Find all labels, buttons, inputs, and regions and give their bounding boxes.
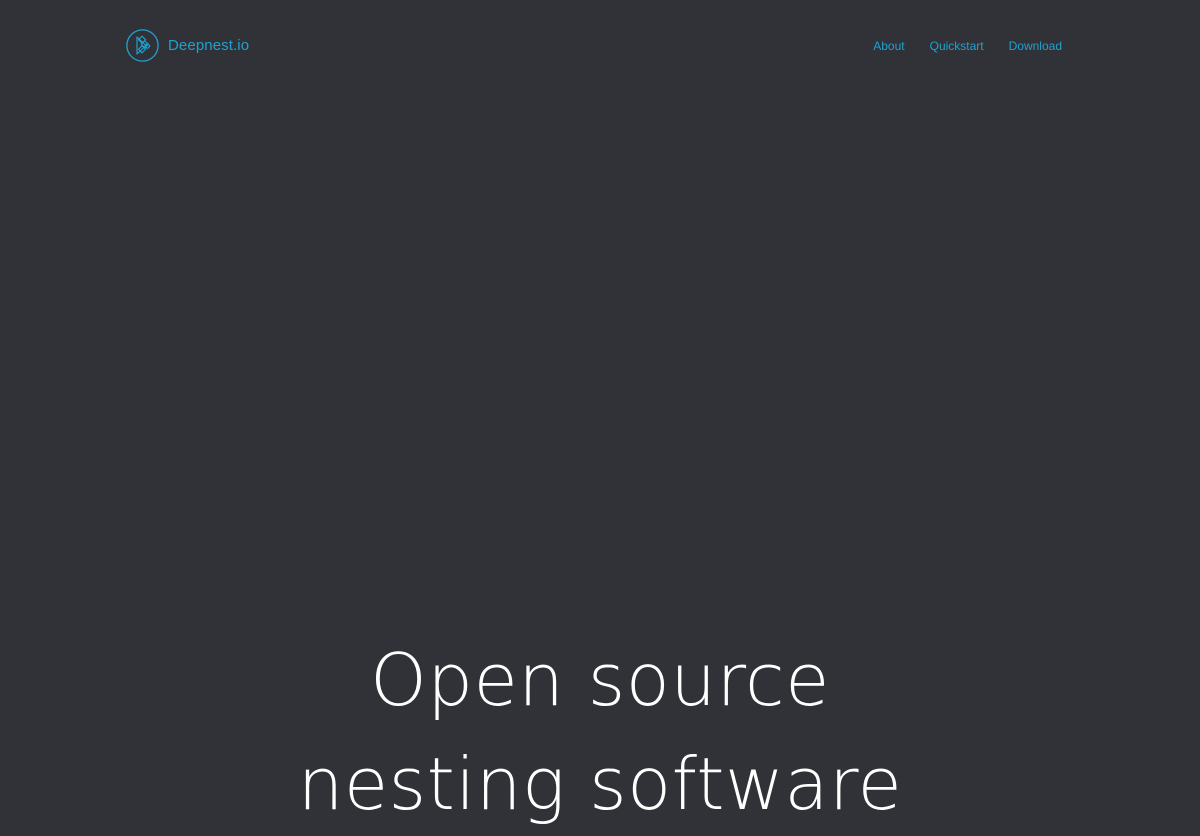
nav-link-download[interactable]: Download xyxy=(1009,37,1062,55)
brand-name: Deepnest.io xyxy=(168,37,250,54)
brand-home-link[interactable]: Deepnest.io xyxy=(126,29,249,62)
hero-heading-line-1: Open source xyxy=(370,638,830,722)
nav-link-quickstart[interactable]: Quickstart xyxy=(930,37,984,55)
hero-heading-line-2: nesting software xyxy=(297,742,903,826)
deepnest-logo-icon xyxy=(126,29,159,62)
site-header: Deepnest.io About Quickstart Download xyxy=(0,0,1200,92)
nav-link-about[interactable]: About xyxy=(873,37,904,55)
main-nav: About Quickstart Download xyxy=(873,37,1062,55)
hero-heading: Open source nesting software xyxy=(0,628,1200,836)
hero-section: Open source nesting software xyxy=(0,628,1200,836)
